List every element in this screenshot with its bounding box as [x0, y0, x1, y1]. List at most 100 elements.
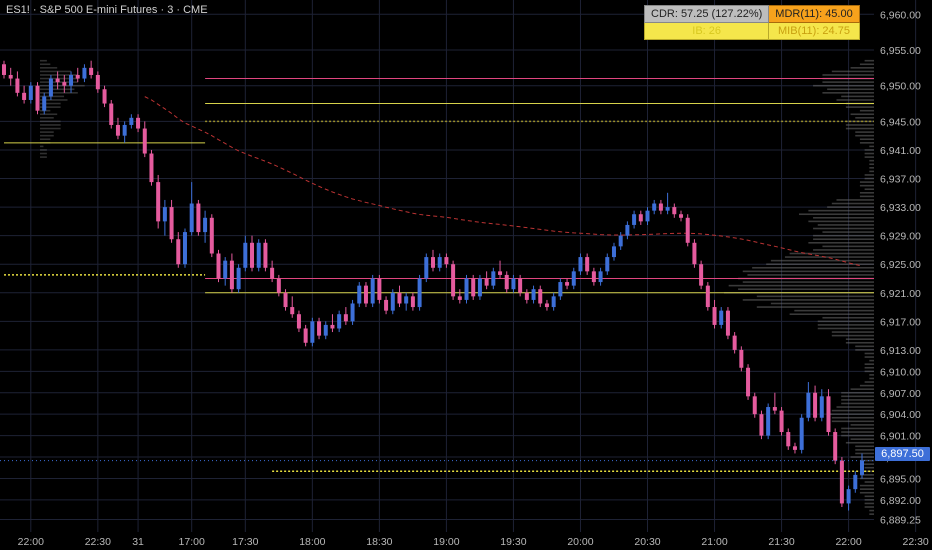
- candle-body: [792, 446, 797, 450]
- session-profile-bar: [40, 70, 71, 73]
- candle-body: [357, 285, 362, 304]
- volume-profile-bar: [831, 420, 874, 423]
- candle-body: [504, 274, 509, 290]
- candle-body: [772, 407, 777, 411]
- candle-body: [169, 207, 174, 240]
- candle-body: [692, 242, 697, 265]
- candle-body: [156, 182, 161, 222]
- mdr-cell: MDR(11): 45.00: [768, 5, 860, 23]
- volume-profile-bar: [850, 438, 874, 440]
- candle-body: [390, 292, 395, 311]
- volume-profile-bar: [841, 427, 874, 430]
- y-tick-label: 6,921.00: [880, 288, 921, 300]
- volume-profile-bar: [808, 209, 874, 212]
- y-tick-label: 6,941.00: [880, 145, 921, 157]
- volume-profile-bar: [850, 113, 874, 116]
- candle-body: [410, 296, 415, 308]
- y-tick-label: 6,889.25: [880, 515, 921, 527]
- candle-body: [229, 260, 234, 290]
- volume-profile-bar: [831, 202, 874, 205]
- volume-profile-bar: [808, 220, 874, 223]
- candle-body: [337, 314, 342, 329]
- volume-profile-bar: [859, 491, 874, 494]
- x-tick-label: 20:30: [634, 536, 660, 548]
- volume-profile-bar: [827, 413, 874, 415]
- price-chart[interactable]: 6,960.00 6,955.00 6,950.00 6,945.00 6,941.00…: [0, 0, 932, 550]
- volume-profile-bar: [831, 409, 874, 412]
- volume-profile-bar: [859, 195, 874, 198]
- y-tick-label: 6,933.00: [880, 202, 921, 214]
- candle-body: [102, 89, 107, 104]
- candle-body: [330, 324, 335, 329]
- candle-body: [605, 257, 610, 272]
- y-tick-label: 6,955.00: [880, 45, 921, 57]
- volume-profile-bar: [864, 177, 874, 180]
- volume-profile-bar: [859, 488, 874, 490]
- volume-profile-bar: [836, 199, 874, 201]
- candle-body: [484, 278, 489, 286]
- candle-body: [122, 124, 127, 136]
- candle-body: [699, 264, 704, 286]
- last-price-tag: 6,897.50: [875, 447, 930, 461]
- volume-profile-bar: [869, 170, 874, 173]
- volume-profile-bar: [831, 331, 874, 333]
- candle-body: [149, 153, 154, 183]
- y-tick-label: 6,960.00: [880, 9, 921, 21]
- candle-body: [15, 78, 20, 93]
- session-profile-bar: [40, 149, 47, 151]
- candle-body: [498, 271, 503, 275]
- volume-profile-bar: [855, 117, 874, 119]
- x-tick-label: 18:30: [366, 536, 392, 548]
- volume-profile-bar: [864, 495, 874, 498]
- candle-body: [464, 278, 469, 300]
- x-tick-label: 18:00: [299, 536, 325, 548]
- candle-body: [786, 432, 791, 447]
- y-tick-label: 6,950.00: [880, 81, 921, 93]
- candle-body: [48, 78, 53, 97]
- volume-profile-bar: [864, 381, 874, 383]
- volume-profile-bar: [855, 445, 874, 448]
- candle-body: [759, 414, 764, 436]
- volume-profile-bar: [817, 324, 874, 326]
- volume-profile-bar: [864, 59, 874, 62]
- volume-profile-bar: [827, 206, 874, 208]
- candle-body: [551, 296, 556, 308]
- candle-body: [518, 278, 523, 293]
- session-profile-bar: [40, 113, 58, 116]
- volume-profile-bar: [822, 231, 874, 233]
- volume-profile-bar: [770, 302, 874, 305]
- volume-profile-bar: [845, 338, 874, 340]
- candle-body: [471, 278, 476, 297]
- candle-body: [203, 217, 208, 233]
- candle-body: [860, 460, 864, 475]
- session-profile-bar: [40, 124, 61, 126]
- volume-profile-bar: [822, 74, 874, 76]
- candle-body: [89, 67, 94, 75]
- candle-body: [444, 257, 449, 265]
- y-tick-label: 6,907.00: [880, 388, 921, 400]
- volume-profile-bar: [864, 152, 874, 155]
- candle-body: [658, 203, 663, 211]
- y-tick-label: 6,929.00: [880, 231, 921, 243]
- volume-profile-bar: [813, 249, 874, 251]
- candle-body: [524, 292, 529, 300]
- candle-body: [672, 207, 677, 215]
- candle-body: [82, 67, 87, 79]
- y-tick-label: 6,904.00: [880, 409, 921, 421]
- candle-body: [209, 217, 214, 254]
- candle-body: [28, 85, 33, 100]
- candle-body: [853, 474, 858, 490]
- candle-body: [370, 278, 375, 304]
- candle-body: [142, 128, 147, 154]
- volume-profile-bar: [869, 509, 874, 512]
- candle-body: [732, 335, 737, 350]
- volume-profile-bar: [831, 70, 874, 73]
- volume-profile-bar: [831, 334, 874, 337]
- candle-body: [826, 396, 831, 433]
- volume-profile-bar: [841, 434, 874, 437]
- volume-profile-bar: [869, 377, 874, 380]
- candle-body: [263, 242, 268, 268]
- x-tick-label: 19:30: [500, 536, 526, 548]
- stats-table: CDR: 57.25 (127.22%) MDR(11): 45.00 IB: …: [643, 5, 860, 40]
- candle-body: [645, 210, 650, 222]
